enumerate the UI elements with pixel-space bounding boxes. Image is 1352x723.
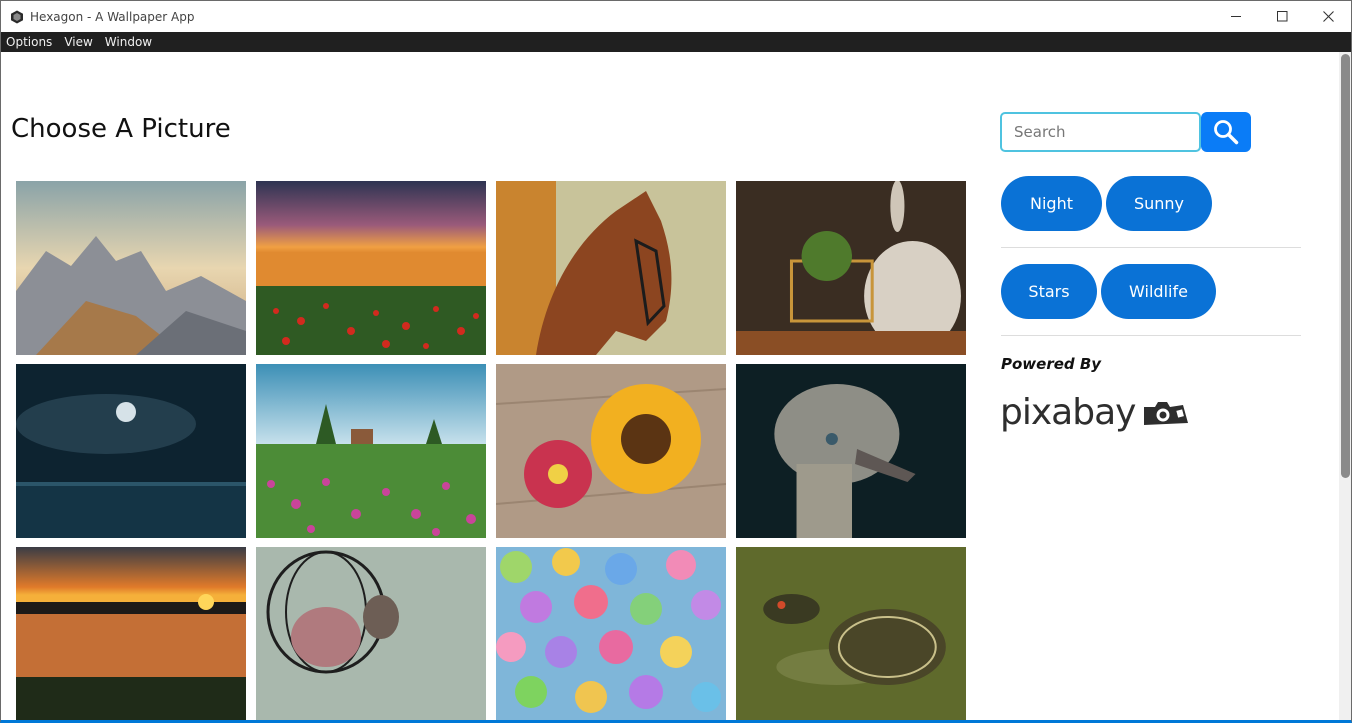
window-title: Hexagon - A Wallpaper App	[30, 9, 195, 24]
search-input[interactable]	[1000, 112, 1201, 152]
tag-wildlife[interactable]: Wildlife	[1101, 264, 1216, 319]
tag-night[interactable]: Night	[1001, 176, 1102, 231]
pixabay-logo[interactable]: pixabay	[1000, 392, 1191, 433]
menu-view[interactable]: View	[64, 35, 92, 49]
image-tile-ostrich-head[interactable]	[736, 364, 966, 538]
menu-window[interactable]: Window	[105, 35, 152, 49]
hexagon-app-icon	[11, 10, 23, 23]
menu-options[interactable]: Options	[6, 35, 52, 49]
minimize-icon	[1230, 16, 1241, 17]
app-window: Hexagon - A Wallpaper App Options View W…	[0, 0, 1352, 723]
search-button[interactable]	[1201, 112, 1251, 152]
close-button[interactable]	[1305, 1, 1351, 32]
turtle-image	[736, 547, 966, 720]
image-tile-bird-on-feeder[interactable]	[256, 547, 486, 720]
maximize-icon	[1276, 11, 1287, 22]
title-bar[interactable]: Hexagon - A Wallpaper App	[1, 1, 1351, 32]
image-tile-colorful-hearts[interactable]	[496, 547, 726, 720]
sunflower-image	[496, 364, 726, 538]
image-tile-lake-sunset[interactable]	[16, 547, 246, 720]
camera-icon	[1144, 401, 1189, 425]
poppy-field-image	[256, 181, 486, 355]
close-icon	[1322, 11, 1334, 22]
mountain-image	[16, 181, 246, 355]
minimize-button[interactable]	[1213, 1, 1259, 32]
page-title: Choose A Picture	[11, 114, 231, 144]
image-tile-brown-horse[interactable]	[496, 181, 726, 355]
bird-feeder-image	[256, 547, 486, 720]
tag-sunny[interactable]: Sunny	[1106, 176, 1212, 231]
search-icon	[1214, 120, 1239, 145]
horse-image	[496, 181, 726, 355]
image-tile-moon-over-sea[interactable]	[16, 364, 246, 538]
ostrich-image	[736, 364, 966, 538]
window-controls	[1213, 1, 1351, 32]
maximize-button[interactable]	[1259, 1, 1305, 32]
powered-by-label: Powered By	[1001, 355, 1102, 373]
meadow-image	[256, 364, 486, 538]
pixabay-brand-text: pixabay	[1000, 392, 1136, 433]
image-tile-sunflower-and-dahlia[interactable]	[496, 364, 726, 538]
main-content: Choose A Picture Search Night Sunny Star…	[1, 52, 1339, 720]
image-tile-rabbit-with-cart[interactable]	[736, 181, 966, 355]
divider	[1001, 335, 1301, 336]
image-tile-turtle[interactable]	[736, 547, 966, 720]
moon-sea-image	[16, 364, 246, 538]
image-tile-poppy-field-sunset[interactable]	[256, 181, 486, 355]
scrollbar-thumb[interactable]	[1341, 54, 1350, 478]
lake-sunset-image	[16, 547, 246, 720]
divider	[1001, 247, 1301, 248]
menu-bar: Options View Window	[1, 32, 1351, 52]
image-tile-mountain-peaks[interactable]	[16, 181, 246, 355]
hearts-image	[496, 547, 726, 720]
rabbit-image	[736, 181, 966, 355]
tag-stars[interactable]: Stars	[1001, 264, 1097, 319]
image-tile-flower-meadow-cabin[interactable]	[256, 364, 486, 538]
